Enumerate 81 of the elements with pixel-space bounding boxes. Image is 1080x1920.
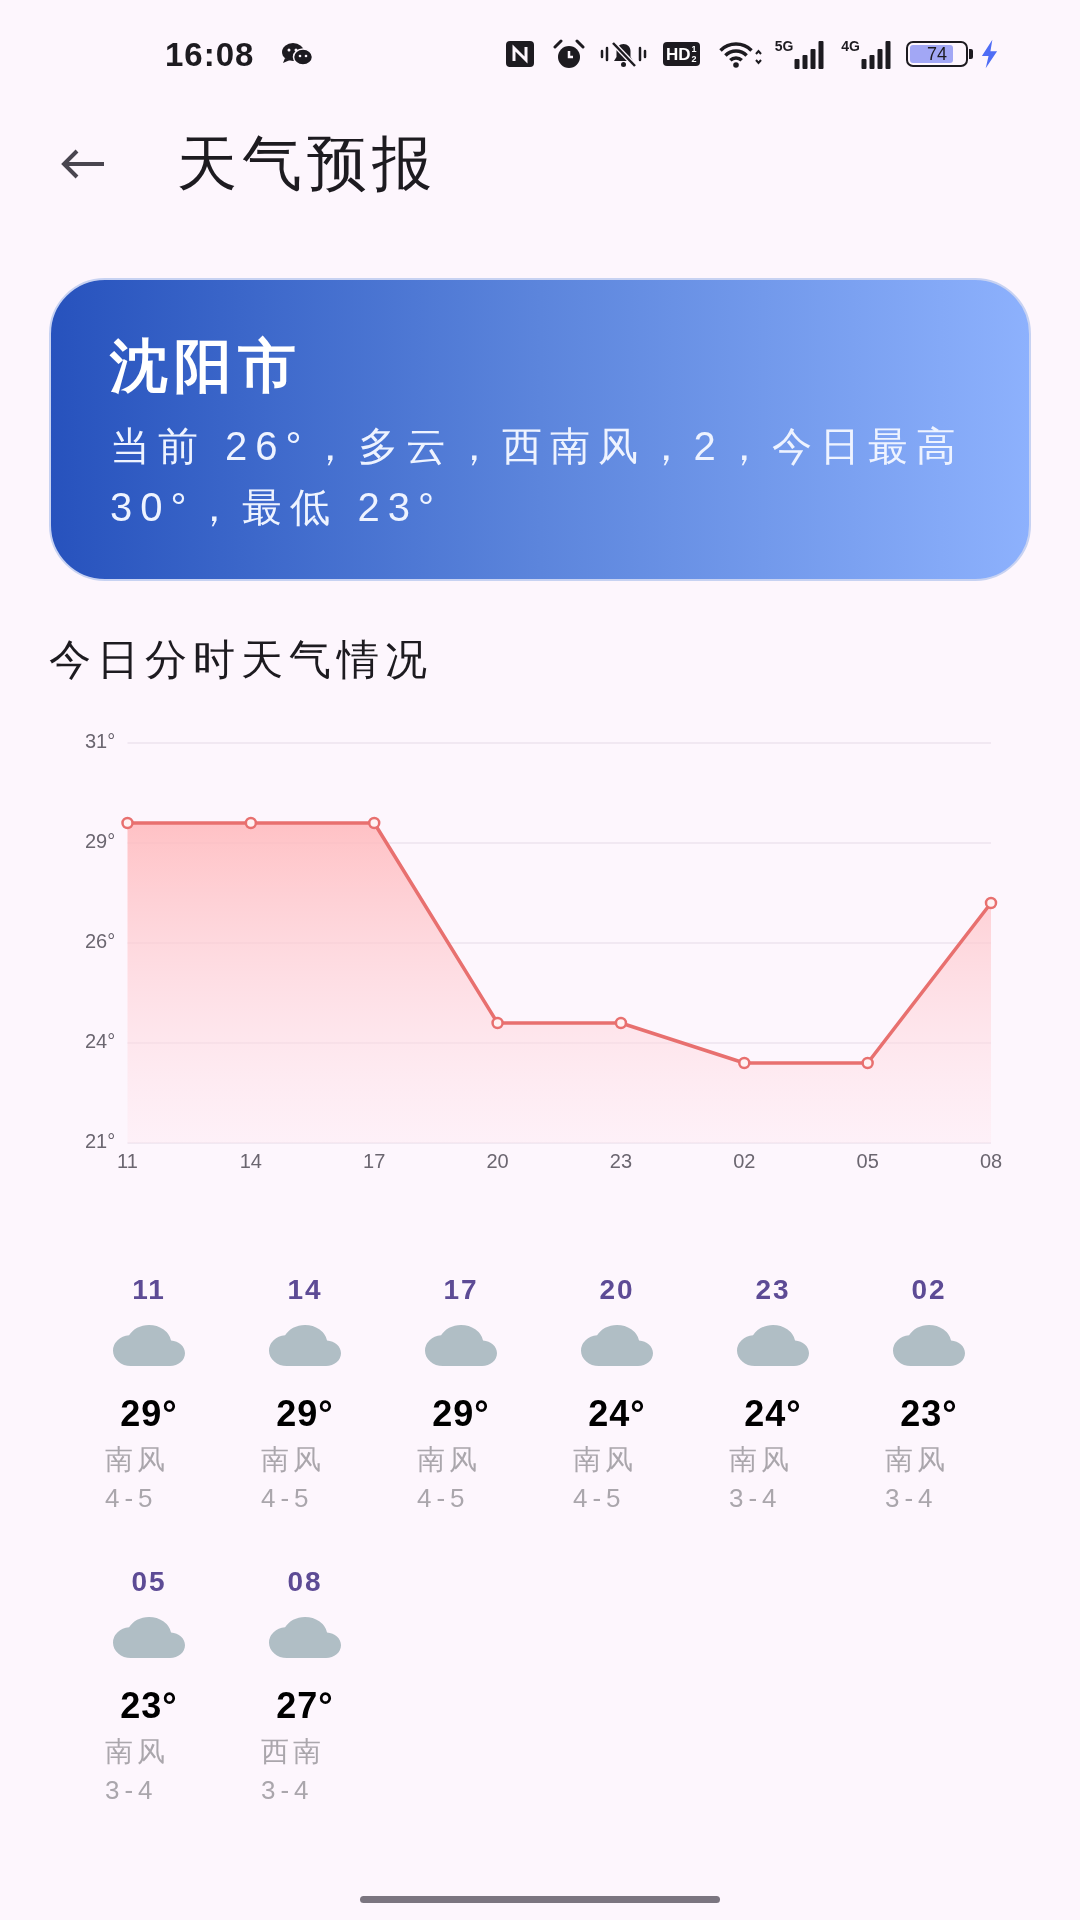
y-axis-label: 26° xyxy=(85,930,116,953)
cloud-icon xyxy=(269,1617,341,1658)
wind-level: 4-5 xyxy=(417,1482,470,1515)
forecast-temperature: 24° xyxy=(588,1394,646,1434)
status-time: 16:08 xyxy=(165,37,255,71)
y-axis-label: 21° xyxy=(85,1130,116,1153)
y-axis-label: 29° xyxy=(85,830,116,853)
y-axis-label: 24° xyxy=(85,1030,116,1053)
data-point xyxy=(121,816,134,830)
city-name: 沈阳市 xyxy=(110,333,302,398)
wind-direction: 南风 xyxy=(573,1443,637,1477)
data-point xyxy=(491,1016,504,1030)
wind-level: 4-5 xyxy=(105,1482,158,1515)
forecast-temperature: 24° xyxy=(744,1394,802,1434)
data-point xyxy=(244,816,258,830)
wind-direction: 南风 xyxy=(105,1735,169,1769)
sim-slot-number: 1 xyxy=(691,44,697,54)
sim-slot-number: 2 xyxy=(691,54,697,64)
cloud-icon xyxy=(269,1325,341,1366)
forecast-hour: 08 xyxy=(287,1565,323,1599)
battery-percentage: 74 xyxy=(927,45,947,63)
data-point xyxy=(367,816,381,830)
forecast-temperature: 23° xyxy=(900,1394,958,1434)
wind-level: 3-4 xyxy=(729,1482,782,1515)
nfc-icon xyxy=(506,41,535,67)
x-axis-label: 11 xyxy=(117,1150,138,1173)
forecast-temperature: 29° xyxy=(432,1394,490,1434)
wind-level: 3-4 xyxy=(261,1774,314,1807)
x-axis-label: 20 xyxy=(486,1150,509,1173)
muted-bell-icon xyxy=(600,40,648,68)
x-axis-label: 08 xyxy=(979,1150,1003,1173)
wind-direction: 南风 xyxy=(729,1443,793,1477)
x-axis-label: 02 xyxy=(733,1150,756,1173)
cloud-icon xyxy=(425,1325,497,1366)
hd-label: HD xyxy=(666,45,691,63)
wifi-icon xyxy=(718,39,762,69)
wind-level: 3-4 xyxy=(885,1482,938,1515)
wind-direction: 南风 xyxy=(885,1443,949,1477)
cloud-icon xyxy=(113,1325,185,1366)
wind-level: 3-4 xyxy=(105,1774,158,1807)
section-title: 今日分时天气情况 xyxy=(49,635,433,685)
back-arrow-icon xyxy=(60,148,106,180)
wind-direction: 西南 xyxy=(261,1735,325,1769)
wind-direction: 南风 xyxy=(417,1443,481,1477)
alarm-clock-icon xyxy=(553,39,586,69)
weather-summary: 当前 26°，多云，西南风，2，今日最高 30°，最低 23° xyxy=(110,423,965,531)
forecast-temperature: 29° xyxy=(120,1394,178,1434)
wind-direction: 南风 xyxy=(105,1443,169,1477)
signal-bars-icon xyxy=(861,41,891,69)
forecast-temperature: 29° xyxy=(276,1394,334,1434)
x-axis-label: 17 xyxy=(363,1150,386,1173)
data-point xyxy=(861,1056,874,1070)
chat-app-icon xyxy=(281,42,314,66)
cloud-icon xyxy=(737,1325,809,1366)
forecast-hour: 02 xyxy=(911,1273,947,1307)
signal-bars-icon xyxy=(794,41,825,69)
cloud-icon xyxy=(113,1617,185,1658)
x-axis-label: 05 xyxy=(856,1150,879,1173)
cloud-icon xyxy=(581,1325,653,1366)
forecast-temperature: 27° xyxy=(276,1686,334,1726)
page-title: 天气预报 xyxy=(177,129,437,199)
y-axis-label: 31° xyxy=(85,730,116,753)
forecast-temperature: 23° xyxy=(120,1686,178,1726)
forecast-hour: 20 xyxy=(599,1273,635,1307)
charging-bolt-icon xyxy=(980,39,999,69)
forecast-hour: 17 xyxy=(443,1273,479,1307)
wind-direction: 南风 xyxy=(261,1443,325,1477)
forecast-hour: 05 xyxy=(131,1565,167,1599)
wind-level: 4-5 xyxy=(573,1482,626,1515)
data-point xyxy=(738,1056,751,1070)
forecast-hour: 23 xyxy=(755,1273,791,1307)
cloud-icon xyxy=(893,1325,965,1366)
network-type-label: 4G xyxy=(841,39,860,53)
data-point xyxy=(614,1016,628,1030)
x-axis-label: 14 xyxy=(239,1150,262,1173)
forecast-hour: 14 xyxy=(287,1273,323,1307)
data-point xyxy=(984,896,998,910)
forecast-hour: 11 xyxy=(132,1273,166,1307)
x-axis-label: 23 xyxy=(609,1150,633,1173)
wind-level: 4-5 xyxy=(261,1482,314,1515)
network-type-label: 5G xyxy=(774,39,794,53)
